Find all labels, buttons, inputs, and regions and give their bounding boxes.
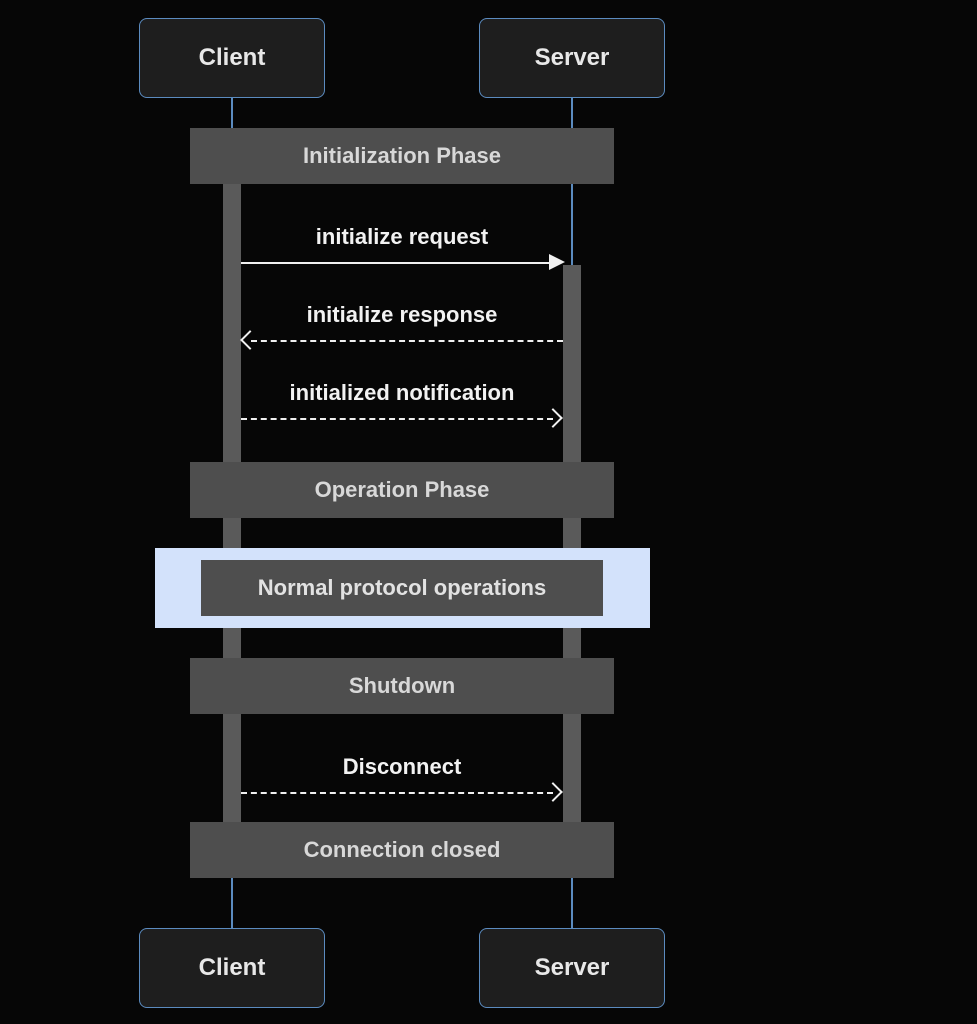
phase-initialization-label: Initialization Phase [303, 143, 501, 169]
msg-initialized-notification-label: initialized notification [212, 380, 592, 406]
phase-operation-label: Operation Phase [315, 477, 490, 503]
note-normal-ops-label: Normal protocol operations [258, 575, 546, 601]
actor-client-bottom-label: Client [199, 954, 266, 982]
phase-shutdown: Shutdown [190, 658, 614, 714]
msg-initialized-notification-line [241, 418, 553, 420]
phase-connection-closed-label: Connection closed [304, 837, 501, 863]
phase-initialization: Initialization Phase [190, 128, 614, 184]
msg-initialized-notification-arrowhead-icon [543, 408, 563, 428]
phase-operation: Operation Phase [190, 462, 614, 518]
msg-initialize-response-line [251, 340, 563, 342]
actor-server-bottom-label: Server [535, 954, 610, 982]
sequence-diagram: Client Server Initialization Phase initi… [0, 0, 977, 1024]
phase-shutdown-label: Shutdown [349, 673, 455, 699]
actor-client-bottom: Client [139, 928, 325, 1008]
msg-disconnect-arrowhead-icon [543, 782, 563, 802]
phase-connection-closed: Connection closed [190, 822, 614, 878]
msg-initialize-response-arrowhead-icon [240, 330, 260, 350]
actor-server-bottom: Server [479, 928, 665, 1008]
msg-initialize-response-label: initialize response [212, 302, 592, 328]
msg-initialize-request-arrowhead-icon [549, 254, 565, 270]
actor-client-top: Client [139, 18, 325, 98]
note-normal-ops: Normal protocol operations [201, 560, 603, 616]
msg-disconnect-label: Disconnect [212, 754, 592, 780]
actor-server-label: Server [535, 44, 610, 72]
msg-initialize-request-line [241, 262, 553, 264]
msg-disconnect-line [241, 792, 553, 794]
actor-client-label: Client [199, 44, 266, 72]
msg-initialize-request-label: initialize request [212, 224, 592, 250]
actor-server-top: Server [479, 18, 665, 98]
server-activation-1 [563, 265, 581, 462]
